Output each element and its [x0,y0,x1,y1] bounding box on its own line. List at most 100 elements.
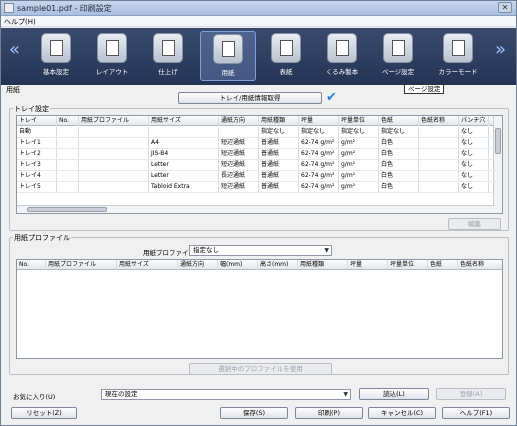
print-button[interactable]: 印刷(P) [295,407,363,419]
profile-column-header[interactable]: 用紙種類 [298,260,348,270]
table-cell: 指定なし [259,127,299,137]
favorites-label: お気に入り(U) [13,393,56,401]
profile-column-header[interactable]: 通紙方向 [178,260,218,270]
register-button[interactable]: 登録(A) [436,388,506,400]
table-cell [419,149,459,159]
table-cell: 普通紙 [259,149,299,159]
dropdown-icon: ▼ [324,247,329,254]
tray-horizontal-scrollbar[interactable] [17,205,495,213]
table-cell: 普通紙 [259,160,299,170]
profile-column-header[interactable]: 坪量単位 [388,260,428,270]
table-cell: g/m² [339,171,379,181]
table-cell: 白色 [379,138,419,148]
table-cell: g/m² [339,182,379,192]
tray-table-header: トレイ No. 用紙プロファイル 用紙サイズ 通紙方向 用紙種類 坪量 坪量単位 色紙 色紙名称パ… [17,116,495,126]
tray-column-header[interactable]: トレイ [17,116,57,126]
table-cell: 62-74 g/m² [299,149,339,159]
tray-column-header[interactable]: 用紙種類 [259,116,299,126]
table-cell: 62-74 g/m² [299,138,339,148]
help-button[interactable]: ヘルプ(F1) [442,407,510,419]
profile-column-header[interactable]: No. [17,260,46,270]
scroll-left-icon[interactable]: « [9,41,20,59]
tool-perfect-binding[interactable]: くるみ製本 [318,31,366,81]
tray-column-header[interactable]: No. [57,116,79,126]
profile-column-header[interactable]: 坪量 [348,260,388,270]
profile-column-header[interactable]: 高さ(mm) [258,260,298,270]
table-cell: A4 [149,138,219,148]
tray-column-header[interactable]: 色紙名称 [419,116,459,126]
dropdown-icon: ▼ [343,391,348,398]
table-cell: Letter [149,171,219,181]
table-cell: なし [459,138,489,148]
table-row[interactable]: トレイ3 Letter 短辺通紙 普通紙 62-74 g/m² g/m² 白色 なし [17,160,495,171]
table-cell [57,149,79,159]
profile-column-header[interactable]: 幅(mm) [218,260,258,270]
edit-button[interactable]: 編集 [448,218,501,230]
print-settings-window: sample01.pdf - 印刷設定 ✕ ヘルプ(H) « 基本設定 レイアウ… [0,0,517,426]
tray-column-header[interactable]: 通紙方向 [219,116,259,126]
tray-column-header[interactable]: 坪量単位 [339,116,379,126]
table-cell: g/m² [339,149,379,159]
profile-column-header[interactable]: 用紙サイズ [117,260,178,270]
basic-settings-icon [41,33,71,63]
tray-column-header[interactable]: 用紙プロファイル [79,116,149,126]
tray-column-header[interactable]: 坪量 [299,116,339,126]
table-cell: Tabloid Extra [149,182,219,192]
profile-table[interactable]: No. 用紙プロファイル 用紙サイズ 通紙方向 幅(mm) 高さ(mm) 用紙種類 坪量 坪量単… [16,259,503,359]
tray-column-header[interactable]: 色紙 [379,116,419,126]
table-cell: 62-74 g/m² [299,160,339,170]
profile-column-header[interactable]: 用紙プロファイル [46,260,117,270]
table-row[interactable]: トレイ1 A4 短辺通紙 普通紙 62-74 g/m² g/m² 白色 なし [17,138,495,149]
tool-basic[interactable]: 基本設定 [32,31,80,81]
tool-paper[interactable]: 用紙 [200,31,256,81]
profile-column-header[interactable]: 色紙 [428,260,458,270]
tooltip: ページ設定 [404,84,445,94]
table-cell [419,182,459,192]
table-row[interactable]: トレイ5 Tabloid Extra 短辺通紙 普通紙 62-74 g/m² g/m² 白色… [17,182,495,193]
profile-column-header[interactable]: 色紙名称 [458,260,502,270]
tray-column-header[interactable]: パンチ穴 [459,116,489,126]
table-cell: JIS-B4 [149,149,219,159]
fetch-tray-info-button[interactable]: トレイ/用紙情報取得 [178,92,322,104]
favorites-select[interactable]: 現在の設定 ▼ [101,389,351,400]
tool-finishing[interactable]: 仕上げ [144,31,192,81]
table-row[interactable]: トレイ2 JIS-B4 短辺通紙 普通紙 62-74 g/m² g/m² 白色 なし [17,149,495,160]
table-cell [79,149,149,159]
use-selected-profile-button[interactable]: 選択中のプロファイルを使用 [189,363,332,375]
tool-page-setup[interactable]: ページ設定 [374,31,422,81]
reset-button[interactable]: リセット(Z) [11,407,77,419]
table-cell [419,138,459,148]
table-cell: Letter [149,160,219,170]
title-bar: sample01.pdf - 印刷設定 ✕ [1,1,516,16]
table-cell: 短辺通紙 [219,149,259,159]
table-row[interactable]: トレイ4 Letter 長辺通紙 普通紙 62-74 g/m² g/m² 白色 なし [17,171,495,182]
table-cell: 指定なし [379,127,419,137]
table-cell: なし [459,182,489,192]
table-cell [219,127,259,137]
profile-filter-label: 用紙プロファイル [143,249,195,257]
check-icon: ✔ [326,90,337,105]
table-cell [57,182,79,192]
table-cell: 短辺通紙 [219,160,259,170]
table-cell: トレイ4 [17,171,57,181]
tool-cover[interactable]: 表紙 [262,31,310,81]
tray-table[interactable]: トレイ No. 用紙プロファイル 用紙サイズ 通紙方向 用紙種類 坪量 坪量単位 色紙 色紙名称パ… [16,115,503,214]
profile-group-label: 用紙プロファイル [13,233,71,243]
table-cell [57,160,79,170]
close-icon[interactable]: ✕ [498,2,512,13]
tool-color-mode[interactable]: カラーモード [434,31,482,81]
menu-help[interactable]: ヘルプ(H) [4,17,36,27]
tool-layout[interactable]: レイアウト [88,31,136,81]
app-icon [4,3,14,13]
table-row[interactable]: 自動 指定なし 指定なし 指定なし 指定なし なし [17,127,495,138]
load-button[interactable]: 読込(L) [359,388,429,400]
scroll-right-icon[interactable]: » [495,41,506,59]
table-cell: 62-74 g/m² [299,182,339,192]
table-cell: g/m² [339,160,379,170]
tray-column-header[interactable]: 用紙サイズ [149,116,219,126]
table-cell: トレイ3 [17,160,57,170]
cancel-button[interactable]: キャンセル(C) [368,407,436,419]
page-setup-icon [383,33,413,63]
save-button[interactable]: 保存(S) [220,407,288,419]
profile-filter-select[interactable]: 指定なし ▼ [189,245,332,256]
